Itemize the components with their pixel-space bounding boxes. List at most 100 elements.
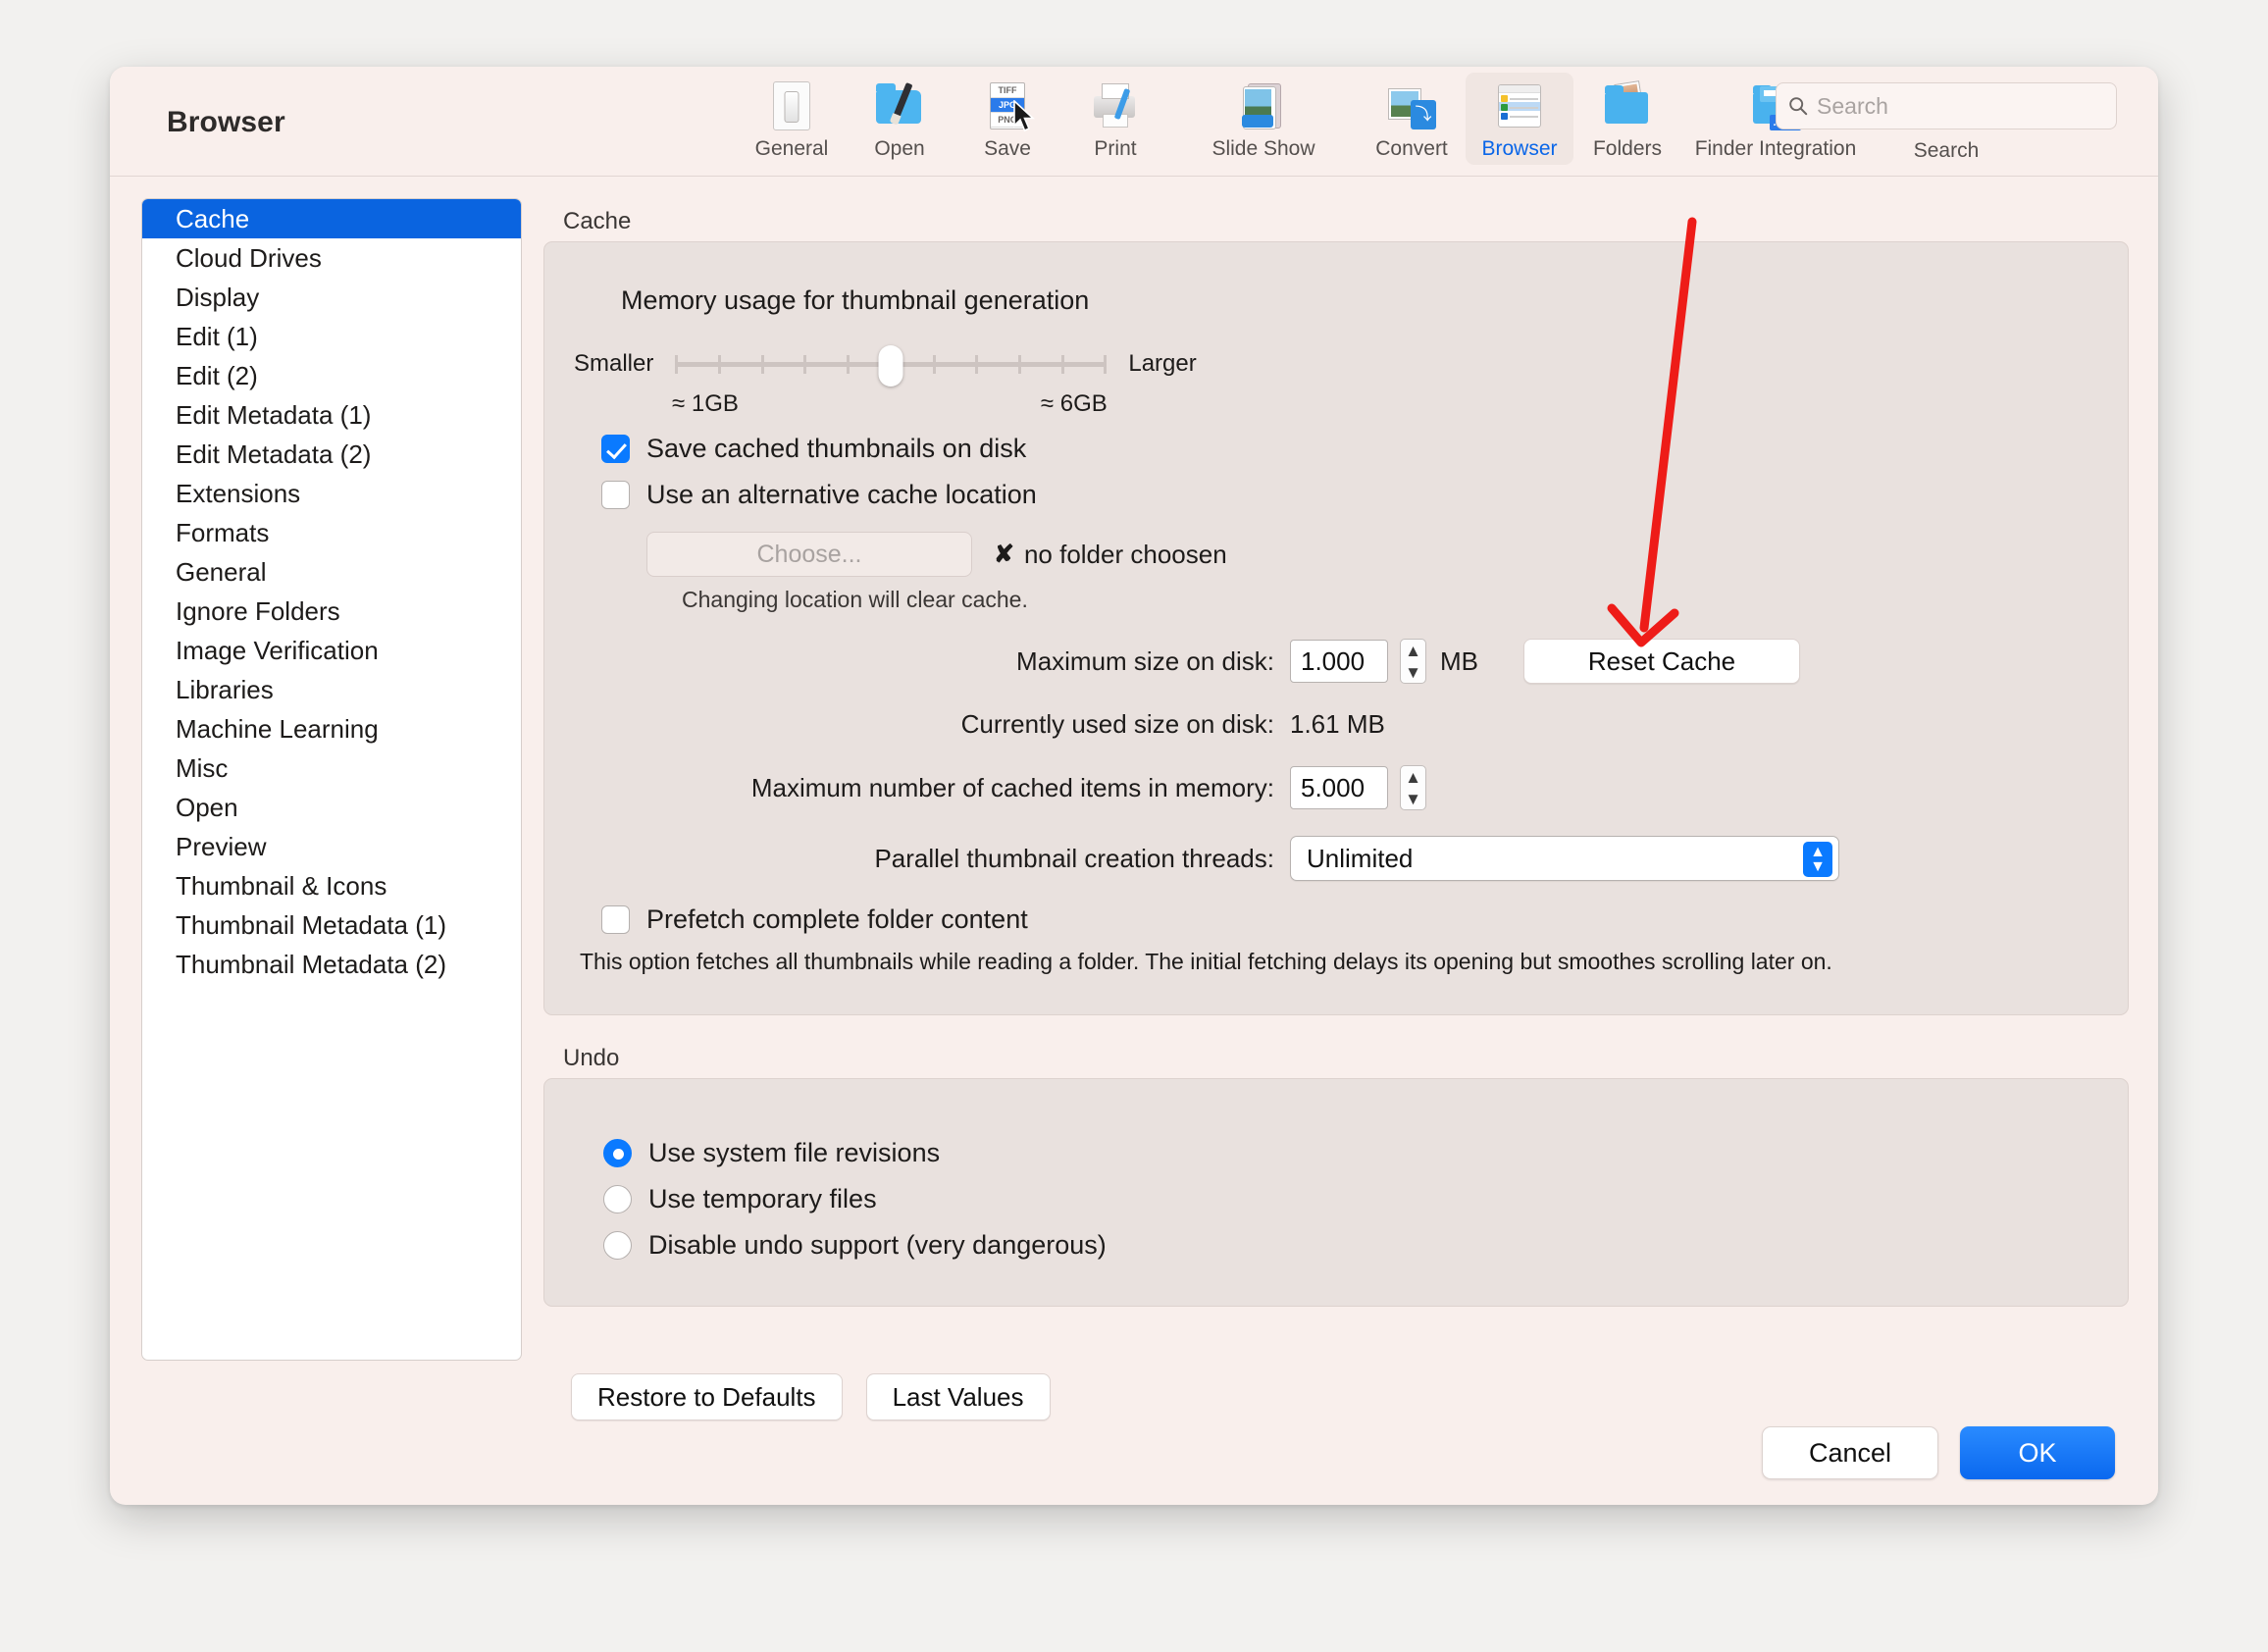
- window-body: Cache Cloud Drives Display Edit (1) Edit…: [110, 177, 2158, 1505]
- browser-window-icon: [1494, 80, 1545, 131]
- radio-disable-undo[interactable]: [603, 1231, 632, 1260]
- convert-badge: ⤵: [1411, 100, 1436, 129]
- sidebar-item-display[interactable]: Display: [142, 278, 521, 317]
- cancel-button[interactable]: Cancel: [1762, 1426, 1938, 1479]
- alt-location-label: Use an alternative cache location: [646, 480, 1037, 509]
- sidebar-item-thumbnail-icons[interactable]: Thumbnail & Icons: [142, 866, 521, 905]
- alt-location-row[interactable]: Use an alternative cache location: [544, 480, 2128, 510]
- slider-knob[interactable]: [878, 345, 903, 387]
- prefetch-row[interactable]: Prefetch complete folder content: [544, 904, 2128, 935]
- sidebar-item-edit-1[interactable]: Edit (1): [142, 317, 521, 356]
- sidebar-item-open[interactable]: Open: [142, 788, 521, 827]
- search-box[interactable]: [1776, 82, 2117, 129]
- restore-defaults-button[interactable]: Restore to Defaults: [571, 1373, 843, 1420]
- save-cached-checkbox[interactable]: [601, 435, 630, 463]
- sidebar-item-edit-metadata-1[interactable]: Edit Metadata (1): [142, 395, 521, 435]
- max-size-input[interactable]: [1290, 640, 1388, 683]
- toolbar-item-folders[interactable]: Folders: [1573, 73, 1681, 165]
- max-size-label: Maximum size on disk:: [1016, 645, 1274, 676]
- cache-group: Memory usage for thumbnail generation Sm…: [543, 241, 2129, 1015]
- max-items-input[interactable]: [1290, 766, 1388, 809]
- switch-icon: [766, 80, 817, 131]
- sidebar-item-formats[interactable]: Formats: [142, 513, 521, 552]
- search-label: Search: [1913, 139, 1980, 162]
- convert-icon: ⤵: [1386, 80, 1437, 131]
- undo-option-temporary-files[interactable]: Use temporary files: [544, 1184, 2128, 1214]
- last-values-button[interactable]: Last Values: [865, 1373, 1051, 1420]
- memory-usage-heading: Memory usage for thumbnail generation: [621, 285, 1090, 315]
- prefetch-description: This option fetches all thumbnails while…: [580, 949, 1832, 974]
- toolbar-item-general[interactable]: General: [738, 73, 846, 165]
- cache-group-wrap: Cache Memory usage for thumbnail generat…: [543, 208, 2129, 1015]
- slideshow-icon: [1238, 80, 1289, 131]
- save-icon-row-tiff: TIFF: [991, 83, 1024, 98]
- max-size-stepper[interactable]: ▲ ▼: [1400, 639, 1426, 684]
- used-size-row: Currently used size on disk: 1.61 MB: [544, 709, 2128, 740]
- sidebar-item-thumbnail-metadata-1[interactable]: Thumbnail Metadata (1): [142, 905, 521, 945]
- toolbar-item-save[interactable]: TIFF JPG PNG Save: [954, 73, 1061, 165]
- alt-location-checkbox[interactable]: [601, 481, 630, 509]
- memory-usage-slider[interactable]: [675, 345, 1108, 387]
- sidebar-item-machine-learning[interactable]: Machine Learning: [142, 709, 521, 749]
- used-size-label: Currently used size on disk:: [960, 709, 1274, 739]
- toolbar-item-convert[interactable]: ⤵ Convert: [1358, 73, 1466, 165]
- save-cached-label: Save cached thumbnails on disk: [646, 434, 1027, 463]
- toolbar-item-print[interactable]: Print: [1061, 73, 1169, 165]
- preset-buttons: Restore to Defaults Last Values: [543, 1373, 2129, 1420]
- toolbar-label-convert: Convert: [1375, 137, 1448, 160]
- no-folder-status: ✘ no folder choosen: [994, 540, 1227, 570]
- slider-min-label: Smaller: [574, 350, 654, 377]
- ok-button[interactable]: OK: [1960, 1426, 2115, 1479]
- printer-icon: [1090, 80, 1141, 131]
- sidebar-item-thumbnail-metadata-2[interactable]: Thumbnail Metadata (2): [142, 945, 521, 984]
- toolbar-search-area: Search: [1776, 82, 2117, 163]
- preferences-window: Browser General Open TIFF JPG PNG Save P…: [110, 67, 2158, 1505]
- undo-group: Use system file revisions Use temporary …: [543, 1078, 2129, 1307]
- prefetch-label: Prefetch complete folder content: [646, 904, 1028, 934]
- undo-option-disable-undo[interactable]: Disable undo support (very dangerous): [544, 1230, 2128, 1261]
- undo-option-system-revisions[interactable]: Use system file revisions: [544, 1138, 2128, 1168]
- sidebar-item-ignore-folders[interactable]: Ignore Folders: [142, 592, 521, 631]
- threads-select[interactable]: Unlimited ▲ ▼: [1290, 836, 1839, 881]
- reset-cache-button[interactable]: Reset Cache: [1523, 639, 1800, 684]
- slider-value-labels: ≈ 1GB ≈ 6GB: [544, 390, 2128, 418]
- threads-label: Parallel thumbnail creation threads:: [874, 843, 1274, 873]
- radio-temporary-files[interactable]: [603, 1185, 632, 1213]
- threads-selected-value: Unlimited: [1307, 843, 1414, 873]
- sidebar-item-misc[interactable]: Misc: [142, 749, 521, 788]
- toolbar-label-folders: Folders: [1592, 137, 1663, 160]
- sidebar-item-image-verification[interactable]: Image Verification: [142, 631, 521, 670]
- radio-system-revisions[interactable]: [603, 1139, 632, 1167]
- sidebar-item-extensions[interactable]: Extensions: [142, 474, 521, 513]
- choose-folder-row: Choose... ✘ no folder choosen: [544, 532, 2128, 577]
- sidebar-item-edit-2[interactable]: Edit (2): [142, 356, 521, 395]
- folder-brush-icon: [874, 80, 925, 131]
- label-disable-undo: Disable undo support (very dangerous): [648, 1230, 1107, 1260]
- folder-photo-icon: [1602, 80, 1653, 131]
- undo-group-wrap: Undo Use system file revisions Use tempo…: [543, 1045, 2129, 1307]
- save-cached-row[interactable]: Save cached thumbnails on disk: [544, 434, 2128, 464]
- sidebar-item-edit-metadata-2[interactable]: Edit Metadata (2): [142, 435, 521, 474]
- sidebar-item-cloud-drives[interactable]: Cloud Drives: [142, 238, 521, 278]
- sidebar-item-general[interactable]: General: [142, 552, 521, 592]
- toolbar-item-slide-show[interactable]: Slide Show: [1169, 73, 1358, 165]
- toolbar-label-browser: Browser: [1481, 137, 1558, 160]
- window-title: Browser: [167, 106, 285, 138]
- toolbar-item-open[interactable]: Open: [846, 73, 954, 165]
- sidebar-item-cache[interactable]: Cache: [142, 199, 521, 238]
- prefetch-checkbox[interactable]: [601, 905, 630, 934]
- sidebar-item-preview[interactable]: Preview: [142, 827, 521, 866]
- choose-folder-button[interactable]: Choose...: [646, 532, 972, 577]
- max-size-unit: MB: [1440, 645, 1478, 676]
- toolbar-item-browser[interactable]: Browser: [1466, 73, 1573, 165]
- dialog-footer: Cancel OK: [1762, 1426, 2115, 1479]
- toolbar-label-slide-show: Slide Show: [1211, 137, 1315, 160]
- label-temporary-files: Use temporary files: [648, 1184, 877, 1213]
- undo-group-title: Undo: [563, 1045, 620, 1071]
- slider-max-label: Larger: [1128, 350, 1197, 377]
- max-items-stepper[interactable]: ▲ ▼: [1400, 765, 1426, 810]
- sidebar-item-libraries[interactable]: Libraries: [142, 670, 521, 709]
- search-icon: [1789, 97, 1808, 116]
- search-input[interactable]: [1817, 92, 2104, 120]
- settings-sidebar[interactable]: Cache Cloud Drives Display Edit (1) Edit…: [141, 198, 522, 1361]
